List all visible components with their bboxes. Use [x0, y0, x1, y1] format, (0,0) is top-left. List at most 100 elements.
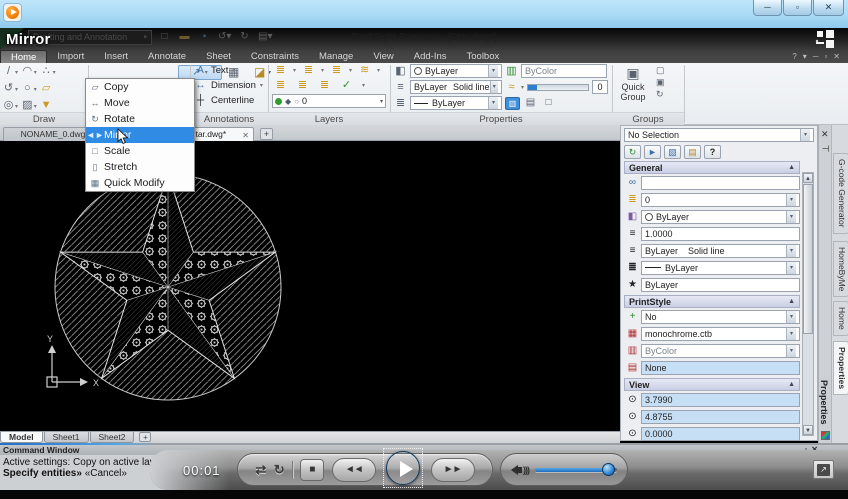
doc-restore-icon[interactable]: ▫ [824, 52, 827, 61]
cloud-tool-icon[interactable]: ↺ [2, 81, 15, 96]
volume-icon[interactable]: ))) [511, 465, 529, 475]
shuffle-icon[interactable]: ⇄ [255, 462, 266, 478]
side-tab-home[interactable]: Home [833, 301, 848, 336]
panel-label-layers[interactable]: Layers [268, 112, 390, 125]
sheet-tab-sheet1[interactable]: Sheet1 [44, 432, 89, 443]
solid-tool-icon[interactable]: ▼ [40, 98, 53, 113]
sheet-tab-sheet2[interactable]: Sheet2 [90, 432, 135, 443]
new-tab-button[interactable]: + [260, 128, 273, 140]
layer-manager-icon[interactable]: ≣ [274, 63, 287, 78]
menu-item-quick-modify[interactable]: ▦Quick Modify [86, 175, 194, 191]
hatch-tool-icon[interactable]: ▨ [21, 98, 34, 113]
panel-label-properties[interactable]: Properties [390, 112, 612, 125]
hyperlink-field[interactable] [641, 176, 800, 190]
lineweight-slider[interactable] [527, 84, 589, 91]
lineweight-value-field[interactable]: 0 [592, 80, 608, 94]
quick-select-icon[interactable]: ▤ [684, 145, 701, 159]
side-tab-homebyme[interactable]: HomeByMe [833, 241, 848, 297]
stop-button[interactable]: ■ [300, 459, 324, 481]
play-button[interactable] [386, 451, 420, 485]
fast-forward-button[interactable]: ►► [431, 458, 475, 482]
line-tool-icon[interactable]: / [2, 64, 15, 79]
fullscreen-button[interactable]: ↗ [813, 460, 834, 479]
sheet-tab-model[interactable]: Model [0, 432, 43, 443]
properties-painter-icon[interactable]: ▤ [523, 97, 538, 110]
close-button[interactable]: ✕ [813, 0, 844, 16]
scroll-down-icon[interactable]: ▼ [803, 425, 813, 435]
menu-item-stretch[interactable]: ▯Stretch [86, 159, 194, 175]
side-tab-gcode[interactable]: G-code Generator [833, 153, 848, 234]
group-edit-icon[interactable]: ▢ [656, 65, 665, 76]
ellipse-tool-icon[interactable]: ○ [21, 81, 34, 96]
layer-freeze-icon[interactable]: ≣ [302, 63, 315, 78]
lineweight-combo[interactable]: ByLayer ▾ [410, 96, 502, 110]
volume-slider[interactable] [535, 468, 617, 472]
panel-label-groups[interactable]: Groups [612, 112, 684, 125]
repeat-icon[interactable]: ↻ [274, 462, 285, 478]
tab-home[interactable]: Home [0, 50, 47, 63]
doc-minimize-icon[interactable]: ─ [813, 52, 819, 61]
linecolor-combo[interactable]: ByLayer ▾ [410, 64, 502, 78]
refresh-icon[interactable]: ↻ [624, 145, 641, 159]
layer-iso-icon[interactable]: ≋ [358, 63, 371, 78]
tab-sheet[interactable]: Sheet [196, 50, 241, 63]
help-icon[interactable]: ? [792, 52, 796, 61]
layer-unlock-icon[interactable]: ≣ [318, 78, 331, 93]
close-icon[interactable]: ✕ [821, 129, 829, 140]
tab-insert[interactable]: Insert [94, 50, 138, 63]
tab-addins[interactable]: Add-Ins [404, 50, 457, 63]
point-tool-icon[interactable]: ∴ [40, 64, 53, 79]
maximize-button[interactable]: ▫ [783, 0, 812, 16]
layer-lock-icon[interactable]: ≣ [330, 63, 343, 78]
menu-item-copy[interactable]: ▱Copy [86, 79, 194, 95]
pin-icon[interactable]: ⊤ [819, 145, 830, 153]
linecolor-field[interactable]: ByLayer [641, 278, 800, 292]
panel-label-draw[interactable]: Draw [0, 112, 88, 125]
help-icon[interactable]: ? [704, 145, 721, 159]
properties-page-icon[interactable]: □ [541, 97, 556, 110]
shade-combo[interactable]: No▾ [641, 310, 800, 324]
layer-check-icon[interactable]: ✓ [340, 78, 353, 93]
dimension-tool[interactable]: ↔ Dimension▾ [190, 78, 268, 93]
linestyle-combo[interactable]: ByLayer Solid line ▾ [410, 80, 502, 94]
menu-item-scale[interactable]: □Scale [86, 143, 194, 159]
group-explode-icon[interactable]: ↻ [656, 89, 665, 100]
volume-thumb[interactable] [602, 463, 615, 476]
layer-thaw-icon[interactable]: ≣ [296, 78, 309, 93]
tab-constraints[interactable]: Constraints [241, 50, 309, 63]
color-combo[interactable]: ByLayer▾ [641, 210, 800, 224]
menu-item-rotate[interactable]: ↻Rotate [86, 111, 194, 127]
layer-select-combo[interactable]: ◆ ○ 0 ▾ [272, 94, 386, 108]
tab-manage[interactable]: Manage [309, 50, 363, 63]
printstyle-table-combo[interactable]: monochrome.ctb▾ [641, 327, 800, 341]
section-view[interactable]: View ▲ [624, 378, 800, 391]
scroll-thumb[interactable] [803, 184, 813, 334]
group-add-icon[interactable]: ▣ [656, 77, 665, 88]
centerline-tool[interactable]: ┼ Centerline [190, 93, 268, 108]
match-properties-button[interactable]: ▥ [505, 97, 520, 110]
select-window-icon[interactable]: ▧ [664, 145, 681, 159]
polygon-tool-icon[interactable]: ▱ [40, 81, 53, 96]
linescale-field[interactable]: 1.0000 [641, 227, 800, 241]
select-entities-icon[interactable]: ► [644, 145, 661, 159]
section-general[interactable]: General ▲ [624, 161, 800, 174]
text-tool[interactable]: A Text▾ [190, 63, 268, 78]
layer-on-icon[interactable]: ≣ [274, 78, 287, 93]
circle-tool-icon[interactable]: ◎ [2, 98, 15, 113]
panel-label-annotations[interactable]: Annotations [190, 112, 268, 125]
chevron-down-icon[interactable]: ▾ [803, 52, 807, 61]
lineweight-combo[interactable]: ByLayer▾ [641, 261, 800, 275]
arc-tool-icon[interactable]: ◠ [21, 64, 34, 79]
section-printstyle[interactable]: PrintStyle ▲ [624, 295, 800, 308]
doc-close-icon[interactable]: ✕ [833, 52, 840, 61]
add-sheet-button[interactable]: + [139, 432, 151, 442]
quick-group-button[interactable]: ▣ Quick Group [616, 65, 650, 102]
tab-annotate[interactable]: Annotate [138, 50, 196, 63]
side-tab-properties[interactable]: Properties [833, 341, 848, 395]
layer-combo[interactable]: 0▾ [641, 193, 800, 207]
menu-item-move[interactable]: ↔Move [86, 95, 194, 111]
slider-thumb[interactable] [528, 85, 537, 90]
tab-import[interactable]: Import [47, 50, 94, 63]
menu-item-mirror[interactable]: ◄►Mirror [86, 127, 194, 143]
minimize-button[interactable]: ─ [753, 0, 782, 16]
